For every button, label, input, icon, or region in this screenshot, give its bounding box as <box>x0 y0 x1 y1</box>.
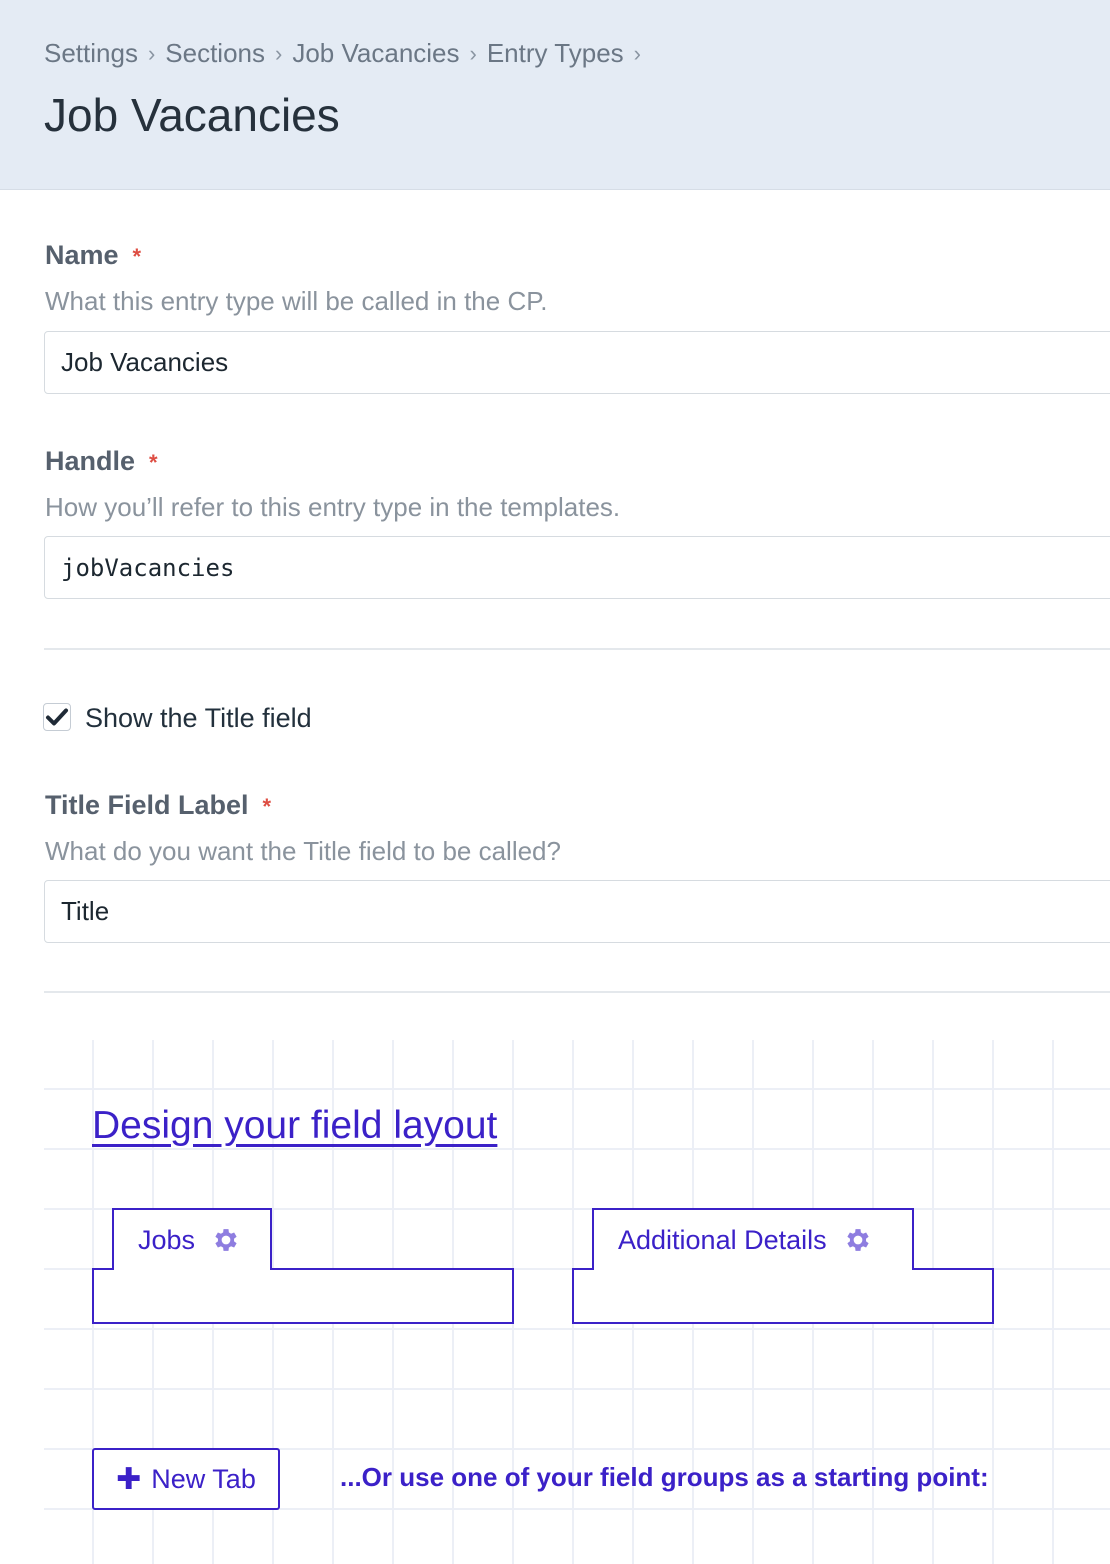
show-title-label[interactable]: Show the Title field <box>85 703 312 734</box>
required-icon: * <box>149 450 158 475</box>
required-icon: * <box>262 794 272 819</box>
gear-icon[interactable] <box>211 1225 241 1255</box>
tab-joint <box>114 1266 270 1270</box>
name-field-label: Name * <box>45 240 141 271</box>
breadcrumb-sections[interactable]: Sections <box>165 38 265 69</box>
chevron-right-icon: › <box>469 40 477 66</box>
divider <box>44 991 1110 993</box>
field-groups-prompt: ...Or use one of your field groups as a … <box>340 1462 989 1492</box>
show-title-checkbox[interactable] <box>43 703 71 731</box>
new-tab-button[interactable]: ✚ New Tab <box>92 1448 280 1510</box>
page-header: Settings › Sections › Job Vacancies › En… <box>0 0 1110 190</box>
gear-icon[interactable] <box>843 1225 873 1255</box>
layout-tab-additional-details[interactable]: Additional Details <box>572 1208 994 1324</box>
chevron-right-icon: › <box>147 40 156 66</box>
breadcrumb-settings[interactable]: Settings <box>44 38 138 69</box>
title-label-input[interactable]: Title <box>44 880 1110 943</box>
title-label-field-instructions: What do you want the Title field to be c… <box>45 836 561 866</box>
handle-field-label: Handle * <box>45 446 158 477</box>
breadcrumb-entry-types[interactable]: Entry Types <box>487 38 624 69</box>
page-title: Job Vacancies <box>44 89 340 141</box>
name-input-value: Job Vacancies <box>61 347 229 377</box>
title-label-field-label: Title Field Label * <box>45 790 271 821</box>
chevron-right-icon: › <box>633 40 641 66</box>
divider <box>44 648 1110 650</box>
name-label-text: Name <box>45 240 119 270</box>
chevron-right-icon: › <box>275 40 283 66</box>
tab-header[interactable]: Additional Details <box>592 1208 914 1270</box>
handle-field-instructions: How you’ll refer to this entry type in t… <box>45 492 621 522</box>
tab-header[interactable]: Jobs <box>112 1208 272 1270</box>
tab-name: Jobs <box>138 1224 196 1255</box>
title-label-input-value: Title <box>61 896 110 926</box>
name-field-instructions: What this entry type will be called in t… <box>45 286 548 316</box>
handle-input-value: jobVacancies <box>61 553 235 582</box>
layout-tab-jobs[interactable]: Jobs <box>92 1208 514 1324</box>
handle-input[interactable]: jobVacancies <box>44 536 1110 599</box>
breadcrumb-job-vacancies[interactable]: Job Vacancies <box>292 38 459 69</box>
checkmark-icon <box>46 708 68 726</box>
breadcrumb: Settings › Sections › Job Vacancies › En… <box>44 38 651 69</box>
title-label-text: Title Field Label <box>45 790 249 820</box>
new-tab-label: New Tab <box>151 1463 256 1494</box>
design-field-layout-link[interactable]: Design your field layout <box>92 1104 497 1148</box>
name-input[interactable]: Job Vacancies <box>44 331 1110 394</box>
tab-name: Additional Details <box>618 1224 827 1255</box>
tab-drop-area[interactable] <box>92 1268 514 1324</box>
tab-drop-area[interactable] <box>572 1268 994 1324</box>
handle-label-text: Handle <box>45 446 136 476</box>
plus-icon: ✚ <box>116 1462 142 1496</box>
required-icon: * <box>132 244 142 269</box>
tab-joint <box>594 1266 912 1270</box>
